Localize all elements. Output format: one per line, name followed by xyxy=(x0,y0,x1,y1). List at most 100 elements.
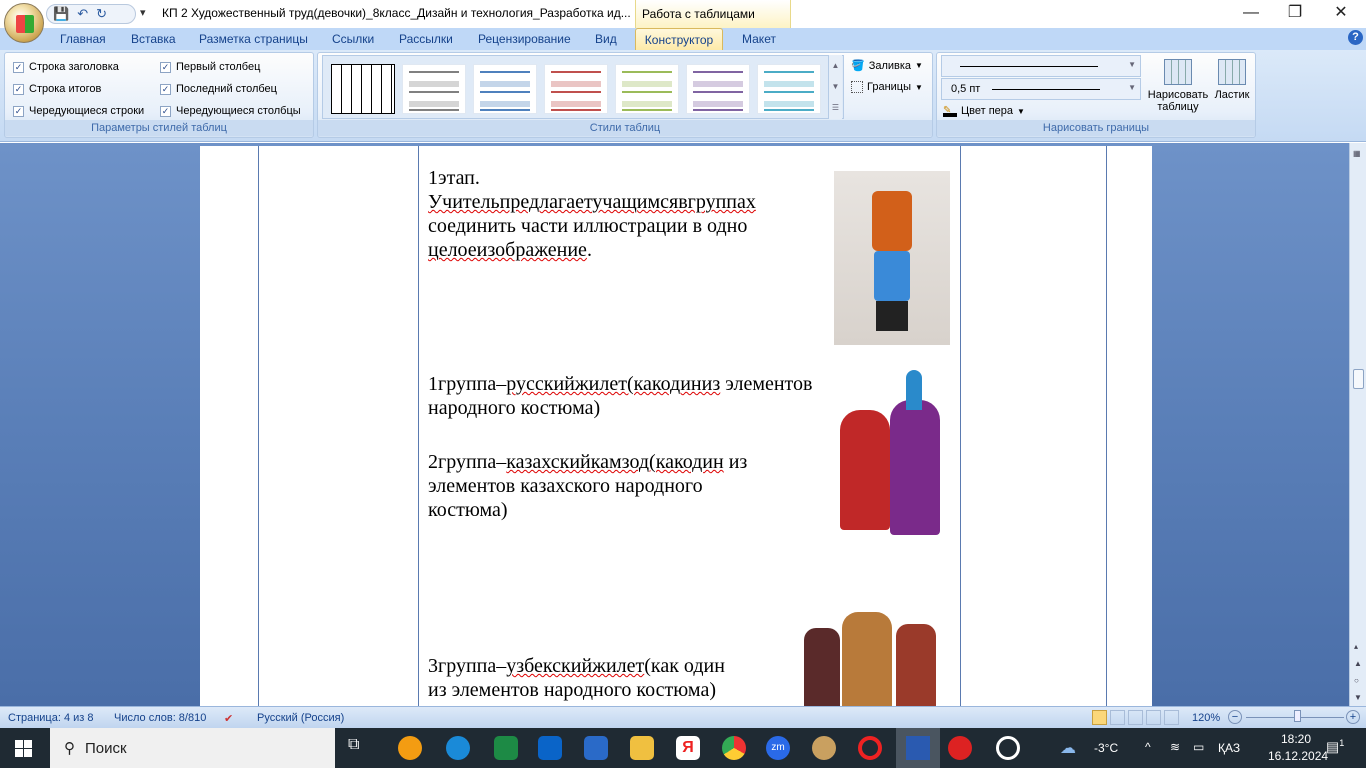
first-column-checkbox[interactable]: ✓ Первый столбец xyxy=(160,61,260,73)
tab-review[interactable]: Рецензирование xyxy=(478,32,571,46)
kazakh-costume-image[interactable] xyxy=(834,370,946,538)
language[interactable]: Русский (Россия) xyxy=(257,712,344,724)
wifi-icon[interactable]: ≋ xyxy=(1170,740,1180,754)
browse-buttons[interactable]: ▴ ▲ ○ ▼ xyxy=(1354,638,1362,706)
vertical-scrollbar[interactable]: ▦ ▴ ▲ ○ ▼ xyxy=(1349,143,1366,706)
print-layout-button[interactable] xyxy=(1092,710,1107,725)
table-border xyxy=(1106,146,1107,706)
taskbar-search[interactable]: ⚲ Поиск xyxy=(50,728,335,768)
opera-icon[interactable] xyxy=(858,736,882,760)
date: 16.12.2024 xyxy=(1268,749,1329,763)
tab-layout[interactable]: Макет xyxy=(742,32,776,46)
tab-view[interactable]: Вид xyxy=(595,32,617,46)
checkbox-icon: ✓ xyxy=(160,83,171,95)
word-active-task[interactable] xyxy=(896,728,940,768)
redo-icon[interactable]: ↻ xyxy=(96,6,107,22)
thumbnail-line xyxy=(551,91,601,93)
table-style-thumbnail[interactable] xyxy=(402,64,466,114)
yandex-icon[interactable]: Я xyxy=(676,736,700,760)
gallery-scroll[interactable]: ▲ ▼ ☰ xyxy=(828,55,842,119)
app-icon[interactable] xyxy=(996,736,1020,760)
paint-icon[interactable] xyxy=(812,736,836,760)
battery-icon[interactable]: ▭ xyxy=(1193,740,1204,754)
app-icon[interactable] xyxy=(948,736,972,760)
banded-rows-checkbox[interactable]: ✓ Чередующиеся строки xyxy=(13,105,144,117)
restore-button[interactable]: ❐ xyxy=(1272,0,1318,28)
line-weight-dropdown[interactable]: 0,5 пт ▼ xyxy=(941,78,1141,100)
minimize-button[interactable]: — xyxy=(1228,0,1274,28)
last-column-checkbox[interactable]: ✓ Последний столбец xyxy=(160,83,277,95)
web-layout-button[interactable] xyxy=(1128,710,1143,725)
table-style-thumbnail[interactable] xyxy=(686,64,750,114)
office-button[interactable] xyxy=(4,3,44,43)
spreadsheet-icon[interactable] xyxy=(494,736,518,760)
tab-references[interactable]: Ссылки xyxy=(332,32,374,46)
total-row-checkbox[interactable]: ✓ Строка итогов xyxy=(13,83,101,95)
thumbnail-line xyxy=(622,101,672,107)
reading-view-button[interactable] xyxy=(1110,710,1125,725)
document-icon[interactable] xyxy=(584,736,608,760)
page-count[interactable]: Страница: 4 из 8 xyxy=(8,712,94,724)
table-style-thumbnail[interactable] xyxy=(757,64,821,114)
borders-button[interactable]: Границы ▼ xyxy=(851,81,923,93)
help-icon[interactable]: ? xyxy=(1348,30,1363,45)
input-language[interactable]: ҚАЗ xyxy=(1218,741,1240,755)
document-page[interactable]: 1этап. Учительпредлагаетучащимсявгруппах… xyxy=(200,146,1152,706)
outline-button[interactable] xyxy=(1146,710,1161,725)
tab-home[interactable]: Главная xyxy=(60,32,106,46)
zoom-app-icon[interactable]: zm xyxy=(766,736,790,760)
pen-color-button[interactable]: ✎ Цвет пера ▼ xyxy=(943,105,1025,117)
task-view-icon[interactable]: ⧉ xyxy=(348,736,372,760)
text: 2группа– xyxy=(428,451,507,473)
table-style-thumbnail[interactable] xyxy=(615,64,679,114)
shading-button[interactable]: 🪣 Заливка ▼ xyxy=(851,59,923,73)
weather-temp[interactable]: -3°C xyxy=(1094,741,1118,755)
clock[interactable]: 18:20 16.12.2024 xyxy=(1268,732,1329,763)
close-button[interactable]: ✕ xyxy=(1318,0,1364,28)
zoom-in-button[interactable]: + xyxy=(1346,710,1360,724)
zoom-out-button[interactable]: − xyxy=(1228,710,1242,724)
proofing-icon[interactable]: ✔ xyxy=(224,712,233,725)
table-style-thumbnail[interactable] xyxy=(544,64,608,114)
label: Нарисовать таблицу xyxy=(1147,89,1209,113)
tray-overflow-icon[interactable]: ^ xyxy=(1145,740,1151,754)
notifications-icon[interactable]: ▤1 xyxy=(1326,738,1344,756)
uzbek-costume-image[interactable] xyxy=(800,612,940,706)
table-style-thumbnail[interactable] xyxy=(473,64,537,114)
chrome-icon[interactable] xyxy=(722,736,746,760)
stage-paragraph: 1этап. Учительпредлагаетучащимсявгруппах… xyxy=(428,166,808,262)
thumbnail-line xyxy=(551,101,601,107)
undo-icon[interactable]: ↶ xyxy=(77,6,88,22)
draw-borders-group: ▼ 0,5 пт ▼ ✎ Цвет пера ▼ Нарисовать таблицу… xyxy=(936,52,1256,138)
tab-insert[interactable]: Вставка xyxy=(131,32,176,46)
banded-columns-checkbox[interactable]: ✓ Чередующиеся столбцы xyxy=(160,105,301,117)
save-icon[interactable]: 💾 xyxy=(53,6,69,22)
header-row-checkbox[interactable]: ✓ Строка заголовка xyxy=(13,61,119,73)
tab-mailings[interactable]: Рассылки xyxy=(399,32,453,46)
weather-icon[interactable]: ☁ xyxy=(1060,738,1076,758)
browser-icon[interactable] xyxy=(398,736,422,760)
edge-icon[interactable] xyxy=(446,736,470,760)
tab-page-layout[interactable]: Разметка страницы xyxy=(199,32,308,46)
file-explorer-icon[interactable] xyxy=(630,736,654,760)
text-line: народного костюма) xyxy=(428,397,601,419)
line-style-dropdown[interactable]: ▼ xyxy=(941,55,1141,77)
group2-paragraph: 2группа–казахскийкамзод(какодин из элеме… xyxy=(428,450,828,522)
scroll-thumb[interactable] xyxy=(1353,369,1364,389)
word-count[interactable]: Число слов: 8/810 xyxy=(114,712,206,724)
start-button[interactable] xyxy=(15,740,32,757)
label: Заливка xyxy=(868,59,912,72)
draft-button[interactable] xyxy=(1164,710,1179,725)
russian-costume-image[interactable] xyxy=(834,171,950,345)
eraser-button[interactable]: Ластик xyxy=(1211,59,1253,101)
outlook-icon[interactable] xyxy=(538,736,562,760)
ruler-toggle-icon[interactable]: ▦ xyxy=(1353,149,1361,158)
thumbnail-line xyxy=(764,71,814,73)
customize-qat-button[interactable]: ▾ xyxy=(140,6,146,19)
table-style-thumbnail[interactable] xyxy=(331,64,395,114)
zoom-slider-thumb[interactable] xyxy=(1294,710,1302,722)
zoom-level[interactable]: 120% xyxy=(1192,712,1220,724)
tab-design[interactable]: Конструктор xyxy=(635,28,723,51)
thumbnail-line xyxy=(480,71,530,73)
draw-table-button[interactable]: Нарисовать таблицу xyxy=(1145,59,1211,113)
